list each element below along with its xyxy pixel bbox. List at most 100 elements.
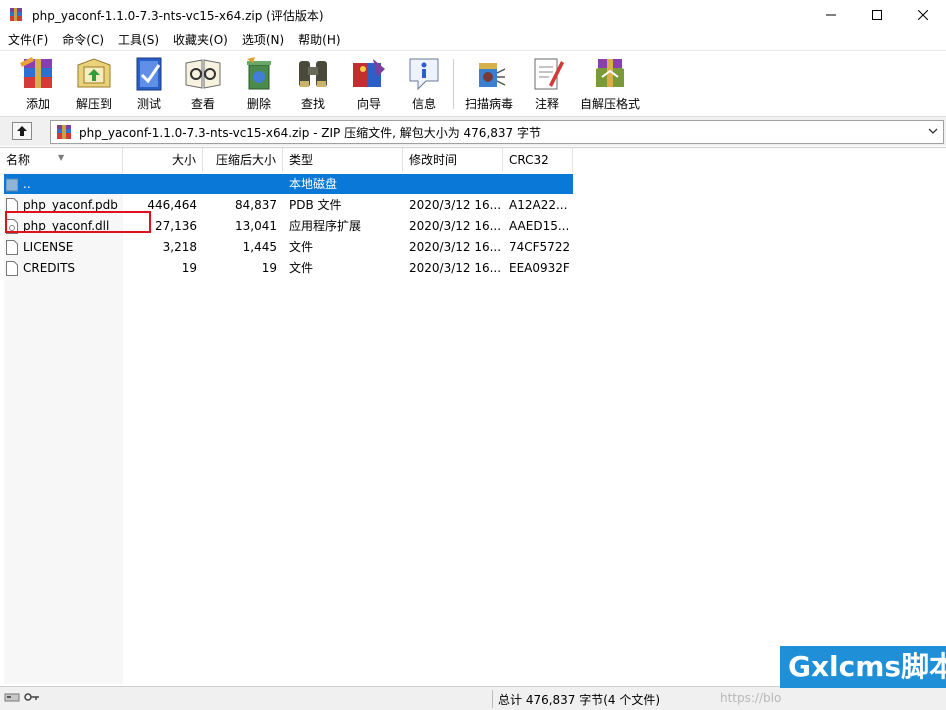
title-bar: php_yaconf-1.1.0-7.3-nts-vc15-x64.zip (评… [0,0,946,30]
info-button[interactable]: 信息 [404,55,444,113]
column-header-packed[interactable]: 压缩后大小 [203,148,283,172]
table-row-parent-folder[interactable]: .. 本地磁盘 [4,174,573,194]
window-title: php_yaconf-1.1.0-7.3-nts-vc15-x64.zip (评… [32,8,324,23]
drive-icon [4,693,20,702]
file-packed-size: 84,837 [235,198,277,212]
file-crc: A12A22... [509,198,568,212]
comment-icon [527,55,567,93]
menu-tools[interactable]: 工具(S) [110,30,165,50]
extract-label: 解压到 [75,97,112,111]
delete-label: 删除 [246,97,271,111]
file-packed-size [203,174,283,194]
chevron-down-icon[interactable] [927,125,939,140]
find-button[interactable]: 查找 [293,55,333,113]
file-modified: 2020/3/12 16... [409,240,502,254]
column-name-label: 名称 [6,153,31,167]
column-header-name[interactable]: 名称 ▼ [0,148,123,172]
file-modified [403,174,503,194]
maximize-button[interactable] [854,0,900,30]
toolbar-separator [453,59,454,109]
column-header-modified[interactable]: 修改时间 [403,148,503,172]
address-bar: php_yaconf-1.1.0-7.3-nts-vc15-x64.zip - … [0,116,946,146]
column-header-crc[interactable]: CRC32 [503,148,573,172]
file-type: 文件 [289,261,314,275]
zip-archive-icon [55,124,73,140]
add-button[interactable]: 添加 [18,55,58,113]
status-bar: 总计 476,837 字节(4 个文件) https://blo [0,686,946,710]
view-label: 查看 [190,97,215,111]
menu-favorites[interactable]: 收藏夹(O) [165,30,234,50]
close-button[interactable] [900,0,946,30]
status-summary: 总计 476,837 字节(4 个文件) [498,693,661,707]
sfx-label: 自解压格式 [580,97,641,111]
file-name: LICENSE [23,240,74,254]
file-crc: AAED15... [509,219,570,233]
extract-icon [74,55,114,93]
up-arrow-icon [17,126,27,136]
key-icon [24,693,39,701]
column-header-size[interactable]: 大小 [123,148,203,172]
file-size [123,174,203,194]
file-crc: 74CF5722 [509,240,571,254]
file-packed-size: 19 [261,261,277,275]
column-type-label: 类型 [289,153,314,167]
menu-commands[interactable]: 命令(C) [54,30,110,50]
view-button[interactable]: 查看 [183,55,223,113]
virus-scan-label: 扫描病毒 [465,97,514,111]
close-icon [918,10,928,20]
extract-to-button[interactable]: 解压到 [74,55,114,113]
url-watermark: https://blo [720,691,782,705]
file-type: 本地磁盘 [289,177,338,191]
menu-file[interactable]: 文件(F) [0,30,54,50]
folder-up-icon [6,178,18,191]
wizard-button[interactable]: 向导 [349,55,389,113]
minimize-button[interactable] [808,0,854,30]
file-type: PDB 文件 [289,198,342,212]
binoculars-icon [293,55,333,93]
virus-scan-button[interactable]: 扫描病毒 [465,55,513,113]
file-name: .. [23,177,31,191]
file-icon [6,260,18,276]
sfx-button[interactable]: 自解压格式 [580,55,640,113]
file-size: 3,218 [162,240,197,254]
winrar-app-icon[interactable] [8,7,24,23]
file-icon [6,239,18,255]
file-modified: 2020/3/12 16... [409,261,502,275]
column-crc-label: CRC32 [509,153,549,167]
info-label: 信息 [411,97,436,111]
maximize-icon [872,10,882,20]
file-list[interactable]: 名称 ▼ 大小 压缩后大小 类型 修改时间 CRC32 .. 本地磁盘 php_… [0,147,946,685]
menu-help[interactable]: 帮助(H) [290,30,346,50]
file-packed-size: 1,445 [242,240,277,254]
column-header-type[interactable]: 类型 [283,148,403,172]
delete-button[interactable]: 删除 [239,55,279,113]
file-crc [503,174,573,194]
table-row[interactable]: CREDITS 19 19 文件 2020/3/12 16... EEA0932… [4,258,573,278]
toolbar: 添加 解压到 测试 查看 删除 查找 向导 信息 扫描病毒 注释 自解压格式 [0,50,946,116]
info-icon [404,55,444,93]
up-folder-button[interactable] [12,122,32,140]
site-watermark: Gxlcms脚本 [780,646,946,688]
file-crc: EEA0932F [509,261,570,275]
delete-icon [239,55,279,93]
menu-options[interactable]: 选项(N) [234,30,290,50]
wizard-icon [349,55,389,93]
column-packed-label: 压缩后大小 [215,153,276,167]
menu-bar: 文件(F) 命令(C) 工具(S) 收藏夹(O) 选项(N) 帮助(H) [0,30,946,50]
table-row[interactable]: LICENSE 3,218 1,445 文件 2020/3/12 16... 7… [4,237,573,257]
status-divider [492,690,493,708]
archive-path-field[interactable]: php_yaconf-1.1.0-7.3-nts-vc15-x64.zip - … [50,120,944,144]
test-icon [129,55,169,93]
file-modified: 2020/3/12 16... [409,219,502,233]
file-type: 应用程序扩展 [289,219,362,233]
minimize-icon [826,14,836,16]
file-size: 19 [181,261,197,275]
list-header: 名称 ▼ 大小 压缩后大小 类型 修改时间 CRC32 [0,148,946,172]
file-type: 文件 [289,240,314,254]
test-button[interactable]: 测试 [129,55,169,113]
comment-button[interactable]: 注释 [527,55,567,113]
find-label: 查找 [300,97,325,111]
file-modified: 2020/3/12 16... [409,198,502,212]
comment-label: 注释 [534,97,559,111]
add-archive-icon [18,55,58,93]
